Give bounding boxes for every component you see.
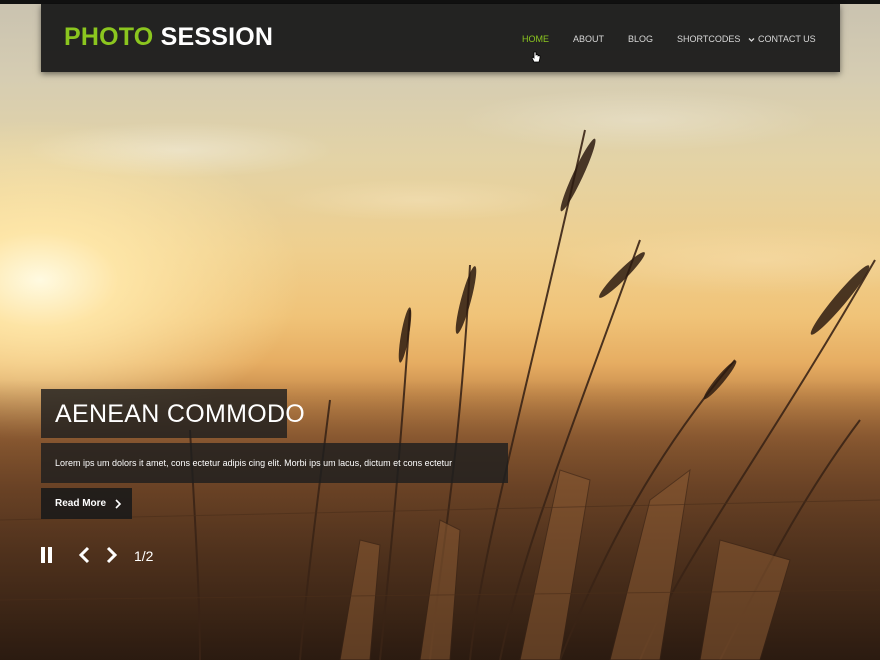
logo-word-session: SESSION	[160, 23, 274, 51]
nav-item-about[interactable]: ABOUT	[573, 34, 604, 44]
nav-item-home[interactable]: HOME	[522, 34, 549, 44]
chevron-right-icon	[115, 499, 122, 509]
nav-item-shortcodes-label: SHORTCODES	[677, 34, 741, 44]
chevron-left-icon[interactable]	[77, 545, 91, 565]
hero-slider	[0, 0, 880, 660]
slide-title: AENEAN COMMODO	[55, 400, 306, 428]
nav-item-contact-us[interactable]: CONTACT US	[758, 34, 816, 44]
chevron-down-icon	[748, 37, 755, 42]
read-more-button[interactable]: Read More	[41, 488, 132, 519]
site-logo[interactable]: PHOTO SESSION	[64, 23, 273, 52]
slide-description: Lorem ips um dolors it amet, cons ectetu…	[55, 458, 453, 468]
hand-pointer-icon	[531, 51, 541, 63]
slide-counter: 1/2	[134, 548, 154, 564]
nav-item-blog[interactable]: BLOG	[628, 34, 653, 44]
header-navbar: PHOTO SESSION HOME ABOUT BLOG SHORTCODES…	[41, 4, 840, 72]
pause-icon[interactable]	[40, 545, 54, 565]
chevron-right-icon[interactable]	[105, 545, 119, 565]
wheat-field-image	[0, 129, 880, 660]
logo-word-photo: PHOTO	[64, 23, 154, 51]
nav-item-shortcodes[interactable]: SHORTCODES	[677, 34, 755, 44]
slide-text-box: Lorem ips um dolors it amet, cons ectetu…	[41, 443, 508, 483]
slide-title-box: AENEAN COMMODO	[41, 389, 305, 438]
read-more-label: Read More	[55, 498, 107, 509]
